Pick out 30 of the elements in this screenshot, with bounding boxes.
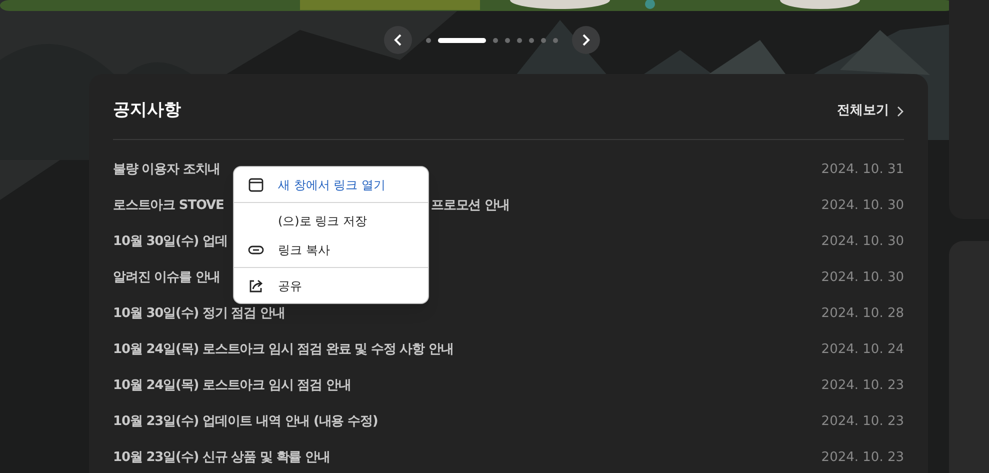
notice-title-link[interactable]: 10월 30일(수) 업데 (113, 232, 228, 252)
chevron-right-icon (582, 34, 590, 46)
notice-date: 2024. 10. 23 (821, 377, 904, 396)
notice-date: 2024. 10. 23 (821, 449, 904, 468)
menu-item[interactable]: 새 창에서 링크 열기 (234, 170, 428, 199)
section-title: 공지사항 (113, 99, 181, 122)
notice-date: 2024. 10. 24 (821, 341, 904, 360)
notice-title-link[interactable]: 알려진 이슈를 안내 (113, 268, 220, 288)
notice-date: 2024. 10. 28 (821, 305, 904, 324)
notice-title-link[interactable]: 불량 이용자 조치내 (113, 160, 220, 180)
menu-item[interactable]: 링크 복사 (234, 235, 428, 264)
window-icon (248, 176, 264, 192)
notice-date: 2024. 10. 30 (821, 269, 904, 288)
notice-date: 2024. 10. 30 (821, 233, 904, 252)
menu-item[interactable]: 공유 (234, 271, 428, 300)
notice-date: 2024. 10. 23 (821, 413, 904, 432)
notice-title-link[interactable]: 10월 23일(수) 업데이트 내역 안내 (내용 수정) (113, 412, 378, 432)
notice-date: 2024. 10. 31 (821, 161, 904, 180)
notice-title-link[interactable]: 10월 30일(수) 정기 점검 안내 (113, 304, 285, 324)
link-icon (248, 244, 264, 254)
notice-title-link[interactable]: 10월 23일(수) 신규 상품 및 확률 안내 (113, 448, 330, 468)
notice-title-link[interactable]: 10월 24일(목) 로스트아크 임시 점검 안내 (113, 376, 351, 396)
menu-item[interactable]: (으)로 링크 저장 (234, 206, 428, 235)
notice-title-link[interactable]: 프로모션 안내 (431, 196, 510, 216)
notice-date: 2024. 10. 30 (821, 197, 904, 216)
chevron-left-icon (394, 34, 402, 46)
view-all-link[interactable]: 전체보기 (837, 101, 904, 121)
share-icon (248, 278, 264, 294)
notice-title-link[interactable]: 10월 24일(목) 로스트아크 임시 점검 완료 및 수정 사항 안내 (113, 340, 454, 360)
chevron-right-icon (897, 106, 904, 116)
